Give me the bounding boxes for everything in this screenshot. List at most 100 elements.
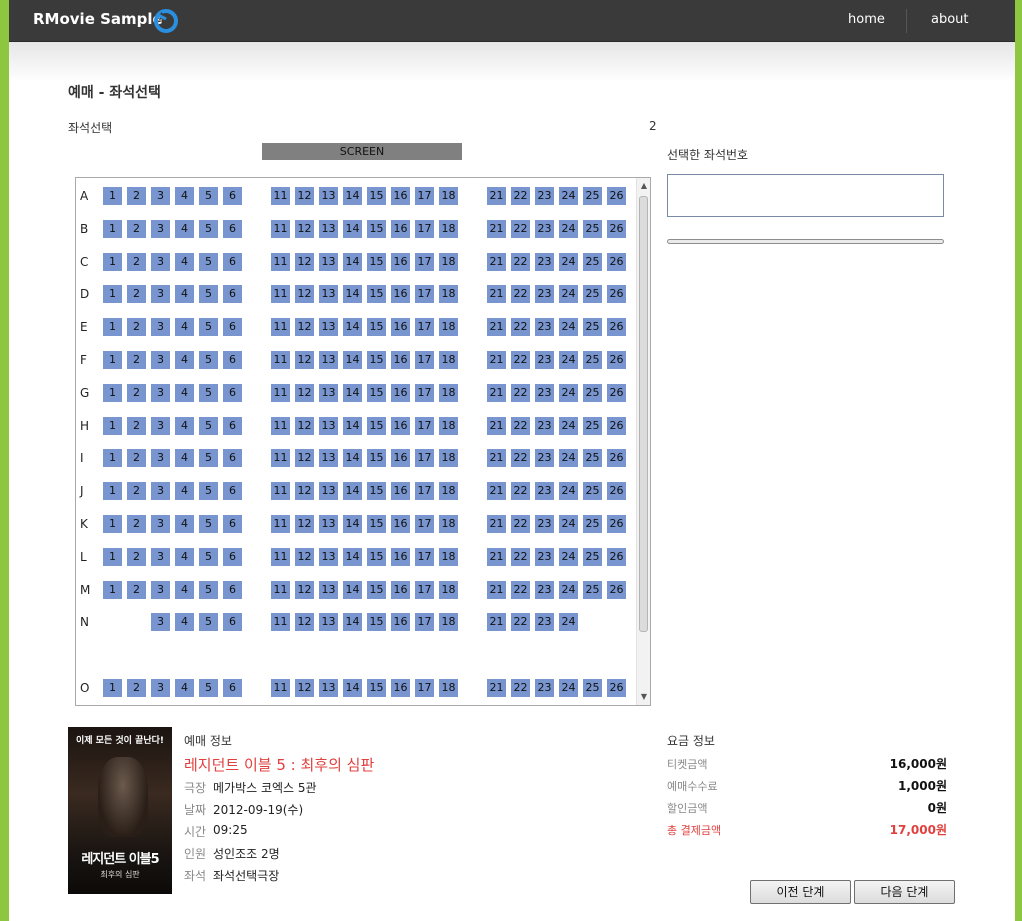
- seat-h-24[interactable]: 24: [559, 416, 578, 435]
- seat-b-11[interactable]: 11: [271, 219, 290, 238]
- seat-i-17[interactable]: 17: [415, 449, 434, 468]
- seat-n-24[interactable]: 24: [559, 613, 578, 632]
- seat-c-3[interactable]: 3: [151, 252, 170, 271]
- seat-h-23[interactable]: 23: [535, 416, 554, 435]
- scroll-up-icon[interactable]: ▲: [637, 179, 650, 193]
- seat-k-16[interactable]: 16: [391, 515, 410, 533]
- seat-a-18[interactable]: 18: [439, 187, 458, 205]
- seat-b-2[interactable]: 2: [127, 219, 146, 238]
- seat-l-24[interactable]: 24: [559, 547, 578, 566]
- seat-j-23[interactable]: 23: [535, 482, 554, 501]
- seat-e-15[interactable]: 15: [367, 318, 386, 337]
- seat-n-21[interactable]: 21: [487, 613, 506, 632]
- seat-o-22[interactable]: 22: [511, 679, 530, 697]
- seat-o-14[interactable]: 14: [343, 679, 362, 697]
- seat-f-13[interactable]: 13: [319, 351, 338, 369]
- seat-j-14[interactable]: 14: [343, 482, 362, 501]
- seat-k-26[interactable]: 26: [607, 515, 626, 533]
- seat-o-17[interactable]: 17: [415, 679, 434, 697]
- nav-home-link[interactable]: home: [848, 12, 885, 27]
- seat-f-4[interactable]: 4: [175, 351, 194, 369]
- seat-e-23[interactable]: 23: [535, 318, 554, 337]
- seat-b-23[interactable]: 23: [535, 219, 554, 238]
- seat-n-14[interactable]: 14: [343, 613, 362, 632]
- seat-f-17[interactable]: 17: [415, 351, 434, 369]
- seat-b-12[interactable]: 12: [295, 219, 314, 238]
- seat-i-25[interactable]: 25: [583, 449, 602, 468]
- seat-i-18[interactable]: 18: [439, 449, 458, 468]
- seat-j-12[interactable]: 12: [295, 482, 314, 501]
- seat-e-14[interactable]: 14: [343, 318, 362, 337]
- seat-d-5[interactable]: 5: [199, 285, 218, 304]
- seat-h-12[interactable]: 12: [295, 416, 314, 435]
- seat-i-26[interactable]: 26: [607, 449, 626, 468]
- seat-k-25[interactable]: 25: [583, 515, 602, 533]
- seat-o-21[interactable]: 21: [487, 679, 506, 697]
- seat-b-5[interactable]: 5: [199, 219, 218, 238]
- seat-k-24[interactable]: 24: [559, 515, 578, 533]
- seat-f-24[interactable]: 24: [559, 351, 578, 369]
- seat-c-13[interactable]: 13: [319, 252, 338, 271]
- seat-j-21[interactable]: 21: [487, 482, 506, 501]
- seat-i-13[interactable]: 13: [319, 449, 338, 468]
- seat-c-6[interactable]: 6: [223, 252, 242, 271]
- seat-b-17[interactable]: 17: [415, 219, 434, 238]
- seat-k-23[interactable]: 23: [535, 515, 554, 533]
- seat-e-6[interactable]: 6: [223, 318, 242, 337]
- seat-f-18[interactable]: 18: [439, 351, 458, 369]
- seat-n-17[interactable]: 17: [415, 613, 434, 632]
- seat-l-4[interactable]: 4: [175, 547, 194, 566]
- seat-i-21[interactable]: 21: [487, 449, 506, 468]
- seat-b-13[interactable]: 13: [319, 219, 338, 238]
- seat-i-5[interactable]: 5: [199, 449, 218, 468]
- seat-h-22[interactable]: 22: [511, 416, 530, 435]
- seat-l-16[interactable]: 16: [391, 547, 410, 566]
- seat-h-18[interactable]: 18: [439, 416, 458, 435]
- seat-b-22[interactable]: 22: [511, 219, 530, 238]
- seat-e-4[interactable]: 4: [175, 318, 194, 337]
- seat-c-1[interactable]: 1: [103, 252, 122, 271]
- seat-f-3[interactable]: 3: [151, 351, 170, 369]
- seat-e-1[interactable]: 1: [103, 318, 122, 337]
- seat-g-4[interactable]: 4: [175, 383, 194, 402]
- seat-f-16[interactable]: 16: [391, 351, 410, 369]
- seat-g-14[interactable]: 14: [343, 383, 362, 402]
- seat-a-17[interactable]: 17: [415, 187, 434, 205]
- seat-b-18[interactable]: 18: [439, 219, 458, 238]
- seat-i-24[interactable]: 24: [559, 449, 578, 468]
- seat-h-2[interactable]: 2: [127, 416, 146, 435]
- seat-e-11[interactable]: 11: [271, 318, 290, 337]
- seat-d-6[interactable]: 6: [223, 285, 242, 304]
- seat-k-2[interactable]: 2: [127, 515, 146, 533]
- seat-e-26[interactable]: 26: [607, 318, 626, 337]
- seat-o-3[interactable]: 3: [151, 679, 170, 697]
- seat-f-21[interactable]: 21: [487, 351, 506, 369]
- seat-d-15[interactable]: 15: [367, 285, 386, 304]
- seat-a-11[interactable]: 11: [271, 187, 290, 205]
- seat-l-5[interactable]: 5: [199, 547, 218, 566]
- seat-i-11[interactable]: 11: [271, 449, 290, 468]
- seat-j-24[interactable]: 24: [559, 482, 578, 501]
- seat-k-14[interactable]: 14: [343, 515, 362, 533]
- seat-n-18[interactable]: 18: [439, 613, 458, 632]
- seat-e-5[interactable]: 5: [199, 318, 218, 337]
- seat-l-26[interactable]: 26: [607, 547, 626, 566]
- seat-k-6[interactable]: 6: [223, 515, 242, 533]
- seat-m-26[interactable]: 26: [607, 580, 626, 599]
- seat-f-12[interactable]: 12: [295, 351, 314, 369]
- seat-h-13[interactable]: 13: [319, 416, 338, 435]
- seat-o-16[interactable]: 16: [391, 679, 410, 697]
- seat-k-3[interactable]: 3: [151, 515, 170, 533]
- seat-i-4[interactable]: 4: [175, 449, 194, 468]
- seat-j-26[interactable]: 26: [607, 482, 626, 501]
- seat-c-4[interactable]: 4: [175, 252, 194, 271]
- seat-d-11[interactable]: 11: [271, 285, 290, 304]
- seat-m-11[interactable]: 11: [271, 580, 290, 599]
- seat-n-15[interactable]: 15: [367, 613, 386, 632]
- seat-j-2[interactable]: 2: [127, 482, 146, 501]
- seat-j-25[interactable]: 25: [583, 482, 602, 501]
- seat-f-22[interactable]: 22: [511, 351, 530, 369]
- seat-d-17[interactable]: 17: [415, 285, 434, 304]
- seat-a-25[interactable]: 25: [583, 187, 602, 205]
- seat-e-3[interactable]: 3: [151, 318, 170, 337]
